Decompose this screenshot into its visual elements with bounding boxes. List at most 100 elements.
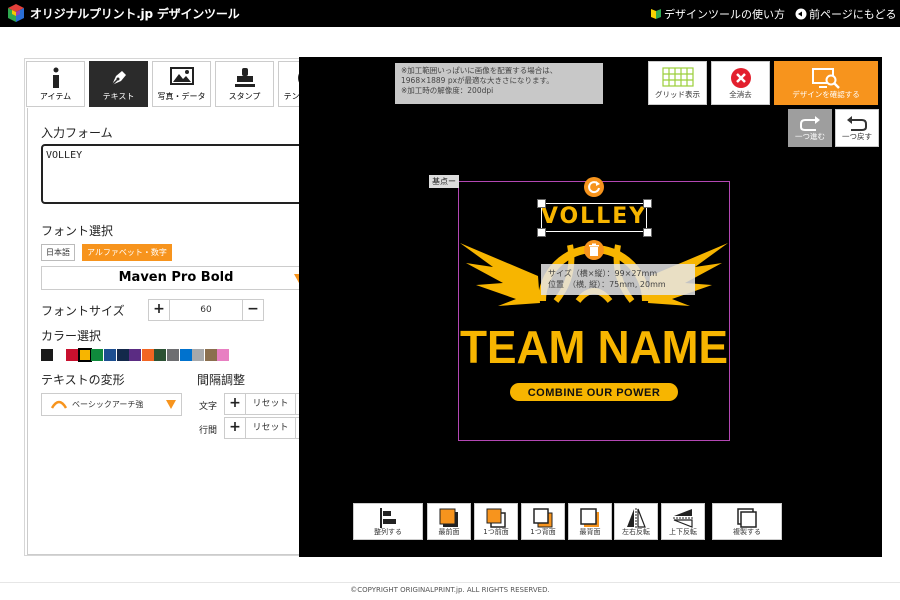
- resize-handle-bottom-left[interactable]: [537, 228, 546, 237]
- rotate-handle[interactable]: [584, 177, 604, 197]
- logo-text[interactable]: オリジナルプリント.jp デザインツール: [30, 5, 240, 22]
- flip-h-icon: [627, 508, 646, 528]
- color-swatch[interactable]: [116, 349, 129, 361]
- duplicate-button[interactable]: 複製する: [712, 503, 782, 540]
- undo-button[interactable]: 一つ戻す: [835, 109, 879, 147]
- align-label: 整列する: [374, 528, 402, 536]
- back-circle-icon: [795, 8, 807, 20]
- info-icon: [52, 67, 59, 88]
- left-wing: [460, 243, 540, 306]
- send-back-icon: [580, 508, 599, 527]
- color-swatch[interactable]: [77, 348, 92, 362]
- flip-v-icon: [673, 509, 693, 528]
- flip-horizontal-button[interactable]: 左右反転: [614, 503, 658, 540]
- chevron-down-icon: [166, 400, 176, 409]
- pen-icon: [110, 71, 126, 86]
- align-icon: [380, 508, 396, 528]
- tab-text-label: テキスト: [102, 92, 135, 101]
- flip-vertical-label: 上下反転: [669, 528, 697, 536]
- color-swatch[interactable]: [66, 349, 79, 361]
- color-select-title: カラー選択: [41, 329, 102, 343]
- footer-copyright: ©COPYRIGHT ORIGINALPRINT.jp. ALL RIGHTS …: [350, 586, 550, 594]
- color-swatch[interactable]: [91, 349, 104, 361]
- notice-line: ※加工範囲いっぱいに画像を配置する場合は、: [401, 66, 558, 75]
- grid-toggle-button[interactable]: グリッド表示: [648, 61, 707, 105]
- confirm-design-button[interactable]: デザインを確認する: [774, 61, 878, 105]
- forward-label: 1つ前面: [483, 528, 509, 536]
- font-dropdown-value: Maven Pro Bold: [118, 270, 234, 285]
- arch-icon: [50, 400, 68, 409]
- object-info-box: サイズ（横×縦）：99×27mm 位置 （横, 縦）：75mm, 20mm: [541, 264, 695, 295]
- color-swatch[interactable]: [167, 349, 179, 361]
- notice-line: ※加工時の解像度：200dpi: [401, 86, 494, 95]
- char-spacing-reset-button[interactable]: リセット: [245, 394, 296, 414]
- selection-box[interactable]: [541, 203, 647, 232]
- backward-icon: [533, 508, 553, 528]
- delete-handle[interactable]: [584, 240, 604, 260]
- text-transform-dropdown[interactable]: ベーシックアーチ強: [41, 393, 182, 416]
- grid-toggle-label: グリッド表示: [655, 90, 700, 99]
- color-swatch[interactable]: [204, 349, 217, 361]
- undo-label: 一つ戻す: [842, 132, 872, 141]
- send-back-label: 最背面: [579, 528, 601, 536]
- font-size-value[interactable]: 60: [169, 300, 243, 320]
- tab-photo[interactable]: 写真・データ: [152, 61, 211, 107]
- char-spacing-increase-button[interactable]: +: [225, 394, 245, 414]
- howto-link[interactable]: デザインツールの使い方: [650, 6, 785, 22]
- align-button[interactable]: 整列する: [353, 503, 423, 540]
- color-swatch[interactable]: [217, 349, 230, 361]
- line-spacing-label: 行間: [199, 426, 218, 436]
- text-input[interactable]: VOLLEY: [41, 144, 322, 204]
- back-link[interactable]: 前ページにもどる: [795, 6, 897, 22]
- confirm-design-label: デザインを確認する: [792, 90, 860, 99]
- tab-stamp[interactable]: スタンプ: [215, 61, 274, 107]
- tab-item-label: アイテム: [39, 92, 72, 101]
- left-panel: アイテム テキスト 写真・データ スタンプ 入力フォーム VOLLEY フォント…: [24, 58, 338, 556]
- resize-handle-top-right[interactable]: [643, 199, 652, 208]
- send-back-button[interactable]: 最背面: [568, 503, 612, 540]
- bring-front-icon: [439, 508, 458, 527]
- color-swatch[interactable]: [41, 349, 53, 361]
- char-spacing-label: 文字: [199, 402, 218, 412]
- tab-item[interactable]: アイテム: [26, 61, 85, 107]
- tab-text[interactable]: テキスト: [89, 61, 148, 107]
- tab-stamp-label: スタンプ: [228, 92, 261, 101]
- close-circle-icon: [730, 68, 751, 88]
- font-dropdown[interactable]: Maven Pro Bold: [41, 266, 311, 290]
- backward-button[interactable]: 1つ背面: [521, 503, 565, 540]
- color-swatch[interactable]: [129, 349, 142, 361]
- object-position-text: 位置 （横, 縦）：75mm, 20mm: [548, 280, 666, 289]
- duplicate-label: 複製する: [733, 528, 761, 536]
- color-swatch[interactable]: [179, 349, 192, 361]
- line-spacing-increase-button[interactable]: +: [225, 418, 245, 438]
- flip-vertical-button[interactable]: 上下反転: [661, 503, 705, 540]
- color-swatch[interactable]: [104, 349, 116, 361]
- font-size-stepper: + 60 −: [148, 299, 264, 321]
- design-tool-app: オリジナルプリント.jp デザインツール デザインツールの使い方 前ページにもど…: [0, 0, 900, 600]
- forward-button[interactable]: 1つ前面: [474, 503, 518, 540]
- bring-front-button[interactable]: 最前面: [427, 503, 471, 540]
- resize-handle-top-left[interactable]: [537, 199, 546, 208]
- duplicate-icon: [737, 508, 757, 528]
- color-swatch[interactable]: [53, 349, 66, 361]
- design-tagline-text: COMBINE OUR POWER: [528, 387, 661, 399]
- clear-all-button[interactable]: 全消去: [711, 61, 770, 105]
- color-swatch[interactable]: [192, 349, 205, 361]
- color-swatch[interactable]: [141, 349, 154, 361]
- monitor-search-icon: [812, 68, 840, 89]
- tab-photo-label: 写真・データ: [157, 92, 206, 101]
- top-bar: オリジナルプリント.jp デザインツール デザインツールの使い方 前ページにもど…: [0, 0, 900, 27]
- howto-label: デザインツールの使い方: [664, 8, 785, 21]
- redo-label: 一つ進む: [795, 132, 825, 141]
- grid-icon: [661, 67, 694, 87]
- font-size-increase-button[interactable]: +: [149, 300, 169, 320]
- logo-cube-icon: [8, 4, 24, 22]
- font-size-decrease-button[interactable]: −: [243, 300, 263, 320]
- redo-button[interactable]: 一つ進む: [788, 109, 832, 147]
- color-swatch[interactable]: [154, 349, 167, 361]
- line-spacing-reset-button[interactable]: リセット: [245, 418, 296, 438]
- resize-handle-bottom-right[interactable]: [643, 228, 652, 237]
- clear-all-label: 全消去: [729, 90, 752, 99]
- font-tab-japanese[interactable]: 日本語: [41, 244, 75, 261]
- font-tab-alphanumeric[interactable]: アルファベット・数字: [82, 244, 172, 261]
